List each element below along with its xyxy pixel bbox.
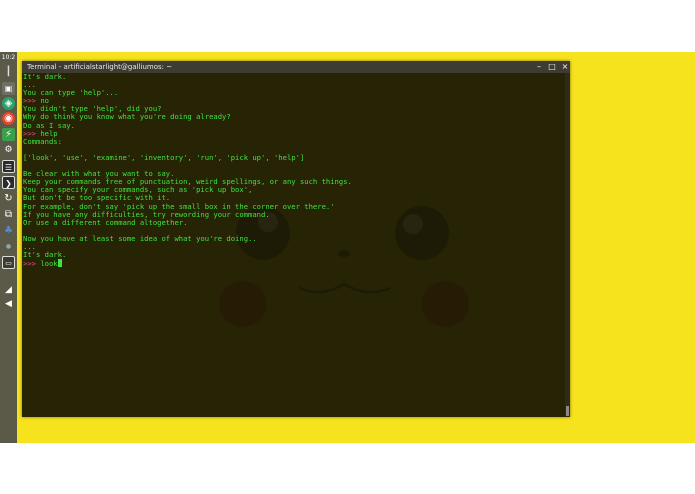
terminal-line: >>> help	[23, 129, 563, 138]
settings-icon[interactable]: ⚙	[2, 144, 15, 157]
terminal-line: You can type 'help'...	[23, 89, 563, 97]
window-titlebar[interactable]: Terminal - artificialstarlight@galliumos…	[22, 61, 570, 73]
scrollbar-thumb[interactable]	[566, 406, 569, 416]
wifi-icon[interactable]: ◢	[2, 284, 15, 297]
terminal-line: Now you have at least some idea of what …	[23, 233, 563, 243]
terminal-window[interactable]: Terminal - artificialstarlight@galliumos…	[22, 61, 570, 417]
terminal-icon[interactable]: ❯	[2, 176, 15, 189]
terminal-lines: It's dark.... You can type 'help'... >>> n…	[23, 73, 563, 269]
dot-icon: ●	[5, 243, 12, 250]
terminal-line: Do as I say.	[23, 121, 563, 130]
terminal-line: Or use a different command altogether.	[23, 217, 563, 227]
terminal-line: It's dark.	[23, 251, 563, 259]
chrome-icon[interactable]: ◉	[2, 112, 15, 125]
maximize-button[interactable]: □	[547, 61, 557, 73]
terminal-text: Or use a different command altogether.	[23, 217, 188, 227]
terminal-line: >>> look	[23, 259, 563, 269]
network-icon[interactable]: ⧉	[2, 208, 15, 221]
media-icon[interactable]: ↻	[2, 192, 15, 205]
minimize-button[interactable]: –	[534, 61, 544, 73]
text-cursor	[57, 259, 62, 268]
terminal-text: It's dark.	[23, 250, 67, 260]
scrollbar[interactable]	[565, 73, 570, 417]
editor-icon[interactable]: ☰	[2, 160, 15, 173]
window-title: Terminal - artificialstarlight@galliumos…	[27, 63, 173, 71]
volume-icon[interactable]: ◀	[2, 298, 15, 311]
terminal-text: Commands:	[23, 136, 62, 146]
terminal-output[interactable]: It's dark.... You can type 'help'... >>> n…	[23, 73, 563, 417]
terminal-text: ['look', 'use', 'examine', 'inventory', …	[23, 152, 305, 162]
terminal-line: Commands:	[23, 136, 563, 146]
close-button[interactable]: ×	[560, 61, 570, 73]
shell-prompt: >>>	[23, 259, 41, 269]
app-launcher-icon[interactable]: ▣	[2, 82, 15, 95]
terminal-line: It's dark.	[23, 73, 563, 81]
maps-icon[interactable]: ◈	[2, 97, 15, 110]
terminal-text: Now you have at least some idea of what …	[23, 233, 257, 243]
clock[interactable]: 10:2	[0, 52, 17, 64]
app-shelf: 10:2 ┃ ▣ ◈ ◉ ⚡ ⚙ ☰ ❯ ↻ ⧉ ♣ ● ▭ ◢ ◀	[0, 52, 17, 443]
drag-handle-icon[interactable]: ┃	[2, 66, 15, 79]
window-icon[interactable]: ▭	[2, 256, 15, 269]
command-input[interactable]: look	[40, 259, 57, 268]
terminal-line: ['look', 'use', 'examine', 'inventory', …	[23, 152, 563, 162]
files-icon[interactable]: ⚡	[2, 128, 15, 141]
terminal-line: Why do think you know what you're doing …	[23, 113, 563, 121]
python-icon[interactable]: ♣	[2, 224, 15, 237]
terminal-line: ...	[23, 242, 563, 251]
